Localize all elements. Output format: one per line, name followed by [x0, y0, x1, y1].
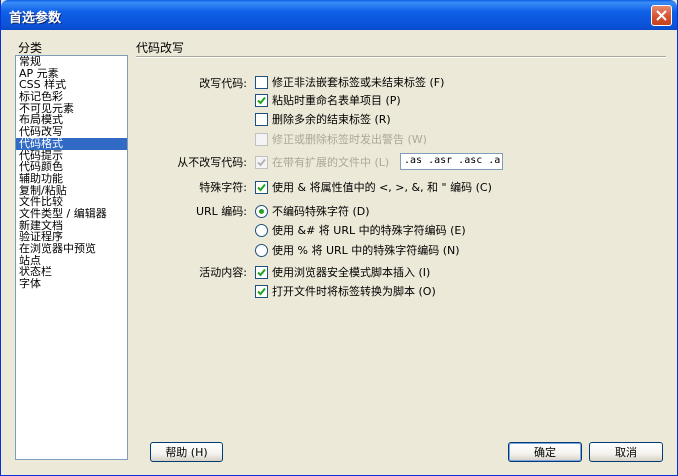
category-list[interactable]: 常规 AP 元素 CSS 样式 标记色彩 不可见元素 布局模式 代码改写 代码格式 代码提示 代码…: [15, 55, 128, 460]
safe-insert-label: 使用浏览器安全模式脚本插入 (I): [272, 266, 431, 279]
warn-on-fix-checkbox: [255, 132, 268, 146]
sidebar-item[interactable]: 站点: [16, 255, 127, 267]
encode-percent-label: 使用 % 将 URL 中的特殊字符编码 (N): [272, 244, 460, 257]
convert-tags-option[interactable]: 打开文件时将标签转换为脚本 (O): [255, 283, 436, 299]
safe-insert-option[interactable]: 使用浏览器安全模式脚本插入 (I): [255, 264, 430, 280]
sidebar-item[interactable]: 不可见元素: [16, 103, 127, 115]
remove-extra-tags-checkbox[interactable]: [255, 112, 268, 126]
in-extensions-label: 在带有扩展的文件中 (L): [272, 156, 390, 169]
sidebar-item[interactable]: CSS 样式: [16, 79, 127, 91]
sidebar-item[interactable]: 字体: [16, 278, 127, 290]
rewrite-label: 改写代码:: [199, 77, 247, 90]
sidebar-item[interactable]: 常规: [16, 56, 127, 68]
sidebar-item[interactable]: 布局模式: [16, 114, 127, 126]
active-content-label: 活动内容:: [199, 266, 247, 279]
encode-special-checkbox[interactable]: [255, 180, 268, 194]
safe-insert-checkbox[interactable]: [255, 265, 268, 279]
cancel-button[interactable]: 取消: [589, 442, 663, 462]
sidebar-item[interactable]: 代码提示: [16, 150, 127, 162]
help-button[interactable]: 帮助 (H): [150, 442, 223, 462]
checkmark-icon: [257, 183, 266, 191]
sidebar-item[interactable]: 状态栏: [16, 266, 127, 278]
no-encode-label: 不编码特殊字符 (D): [272, 205, 370, 218]
close-icon: [656, 10, 667, 21]
in-extensions-checkbox: [255, 155, 268, 169]
never-rewrite-label: 从不改写代码:: [177, 156, 247, 169]
sidebar-item[interactable]: AP 元素: [16, 68, 127, 80]
checkmark-icon: [257, 287, 266, 295]
special-chars-label: 特殊字符:: [199, 181, 247, 194]
remove-extra-tags-label: 删除多余的结束标签 (R): [272, 113, 391, 126]
window-title: 首选参数: [9, 11, 62, 26]
url-encoding-label: URL 编码:: [195, 205, 247, 218]
fix-nesting-checkbox[interactable]: [255, 75, 268, 89]
sidebar-item[interactable]: 代码颜色: [16, 161, 127, 173]
no-encode-option[interactable]: 不编码特殊字符 (D): [255, 203, 370, 219]
checkmark-icon: [257, 158, 266, 166]
section-title: 代码改写: [136, 41, 185, 55]
no-encode-radio[interactable]: [255, 204, 268, 218]
encode-amp-hash-label: 使用 &# 将 URL 中的特殊字符编码 (E): [272, 224, 466, 237]
rename-form-items-label: 粘贴时重命名表单项目 (P): [272, 94, 401, 107]
fix-nesting-option[interactable]: 修正非法嵌套标签或未结束标签 (F): [255, 74, 444, 90]
encode-amp-hash-radio[interactable]: [255, 223, 268, 237]
checkmark-icon: [257, 268, 266, 276]
category-label: 分类: [18, 41, 43, 55]
sidebar-item[interactable]: 验证程序: [16, 231, 127, 243]
close-button[interactable]: [651, 5, 672, 26]
sidebar-item[interactable]: 代码改写: [16, 126, 127, 138]
sidebar-item[interactable]: 标记色彩: [16, 91, 127, 103]
sidebar-item[interactable]: 新建文档: [16, 220, 127, 232]
encode-special-option[interactable]: 使用 & 将属性值中的 <, >, &, 和 " 编码 (C): [255, 179, 492, 195]
sidebar-item[interactable]: 代码格式: [16, 137, 127, 150]
sidebar-item[interactable]: 在浏览器中预览: [16, 243, 127, 255]
fix-nesting-label: 修正非法嵌套标签或未结束标签 (F): [272, 76, 445, 89]
convert-tags-label: 打开文件时将标签转换为脚本 (O): [272, 285, 436, 298]
section-divider: [136, 56, 666, 58]
checkmark-icon: [257, 96, 266, 104]
encode-percent-radio[interactable]: [255, 243, 268, 257]
in-extensions-option: 在带有扩展的文件中 (L): [255, 154, 389, 170]
warn-on-fix-label: 修正或删除标签时发出警告 (W): [272, 133, 427, 146]
ok-button[interactable]: 确定: [508, 442, 582, 462]
sidebar-item[interactable]: 文件类型 / 编辑器: [16, 208, 127, 220]
remove-extra-tags-option[interactable]: 删除多余的结束标签 (R): [255, 111, 391, 127]
extensions-input[interactable]: .as .asr .asc .a: [400, 153, 503, 170]
warn-on-fix-option: 修正或删除标签时发出警告 (W): [255, 131, 427, 147]
encode-percent-option[interactable]: 使用 % 将 URL 中的特殊字符编码 (N): [255, 242, 460, 258]
encode-special-label: 使用 & 将属性值中的 <, >, &, 和 " 编码 (C): [272, 181, 492, 194]
rename-form-items-checkbox[interactable]: [255, 93, 268, 107]
title-bar[interactable]: 首选参数: [1, 0, 677, 30]
sidebar-item[interactable]: 复制/粘贴: [16, 185, 127, 197]
convert-tags-checkbox[interactable]: [255, 284, 268, 298]
encode-amp-hash-option[interactable]: 使用 &# 将 URL 中的特殊字符编码 (E): [255, 222, 466, 238]
sidebar-item[interactable]: 文件比较: [16, 196, 127, 208]
sidebar-item[interactable]: 辅助功能: [16, 173, 127, 185]
rename-form-items-option[interactable]: 粘贴时重命名表单项目 (P): [255, 92, 401, 108]
preferences-dialog: 首选参数 分类 常规 AP 元素 CSS 样式 标记色彩 不可见元素 布局模式 代码改写 代码…: [0, 0, 678, 476]
